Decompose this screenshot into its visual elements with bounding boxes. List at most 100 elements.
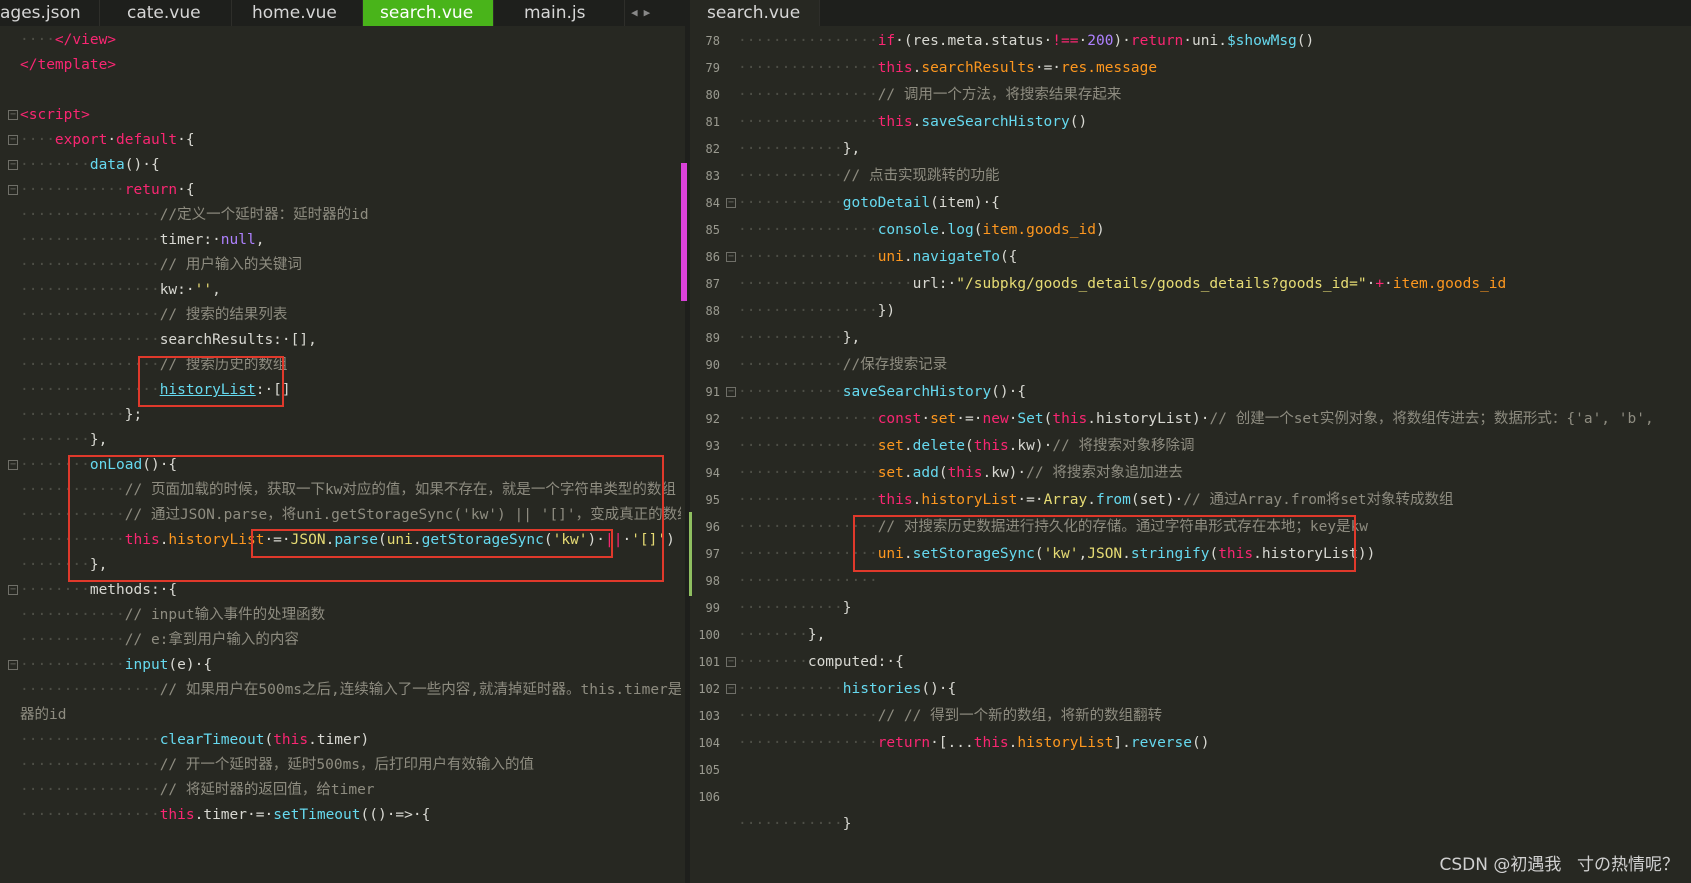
code-text: ················const·set·=·new·Set(this… [738,406,1654,433]
code-text: ················searchResults:·[], [20,328,317,353]
line-number: 103 [698,709,720,723]
fold-toggle-icon[interactable]: − [8,110,18,120]
tab-cate-vue[interactable]: cate.vue [100,0,232,26]
code-text: ········}, [738,622,825,649]
fold-toggle-icon[interactable]: − [726,387,736,397]
code-line[interactable]: − ····export·default·{ [0,128,681,153]
code-line[interactable]: 94 ················set.add(this.kw)·// 将搜… [692,460,1691,487]
tab-search-vue[interactable]: search.vue [363,0,494,26]
code-line[interactable]: </template> [0,53,681,78]
line-number: 81 [705,115,720,129]
fold-toggle-icon[interactable]: − [726,198,736,208]
code-line[interactable]: 81 ················this.saveSearchHistory… [692,109,1691,136]
code-line[interactable]: ················// 将延时器的返回值，给timer [0,778,681,803]
code-text: 器的id [20,703,66,728]
code-line[interactable]: ····</view> [0,28,681,53]
fold-toggle-icon[interactable]: − [8,185,18,195]
code-line[interactable]: 80 ················// 调用一个方法，将搜索结果存起来 [692,82,1691,109]
code-line[interactable]: 92 ················const·set·=·new·Set(th… [692,406,1691,433]
fold-toggle-icon[interactable]: − [8,585,18,595]
code-line[interactable]: 84− ············gotoDetail(item)·{ [692,190,1691,217]
code-line[interactable]: 91− ············saveSearchHistory()·{ [692,379,1691,406]
code-token: null [220,232,256,248]
code-text: ················//定义一个延时器：延时器的id [20,203,369,228]
indent-guide: ················ [738,87,878,103]
tab-scroll-left-icon[interactable]: ◀ [625,0,644,26]
indent-guide: ············ [738,681,843,697]
indent-guide: ················ [738,33,878,49]
code-line[interactable]: ················// 开一个延时器，延时500ms，后打印用户有… [0,753,681,778]
code-line[interactable]: 100 ········}, [692,622,1691,649]
fold-toggle-icon[interactable]: − [8,160,18,170]
code-line[interactable]: ················// 搜索的结果列表 [0,303,681,328]
code-text: ················set.add(this.kw)·// 将搜索对… [738,460,1183,487]
code-line[interactable]: 85 ················console.log(item.goods… [692,217,1691,244]
code-line[interactable]: ················kw:·'', [0,278,681,303]
indent-guide: ············ [738,600,843,616]
tab-search-vue-right[interactable]: search.vue [690,0,820,26]
code-line[interactable]: ················// 用户输入的关键词 [0,253,681,278]
indent-guide: ················ [20,207,160,223]
code-line[interactable]: 90 ············//保存搜索记录 [692,352,1691,379]
code-line[interactable]: 88 ················}) [692,298,1691,325]
code-line[interactable]: 79 ················this.searchResults·=·r… [692,55,1691,82]
code-line[interactable]: ················searchResults:·[], [0,328,681,353]
code-line[interactable]: 82 ············}, [692,136,1691,163]
code-line[interactable]: 104 ················return·[...this.histo… [692,730,1691,757]
code-text: ················if·(res.meta.status·!==·… [738,28,1314,55]
code-line[interactable]: 83 ············// 点击实现跳转的功能 [692,163,1691,190]
fold-toggle-icon[interactable]: − [726,657,736,667]
code-line[interactable]: 102− ············histories()·{ [692,676,1691,703]
code-line[interactable]: ············// input输入事件的处理函数 [0,603,681,628]
tab-home-vue[interactable]: home.vue [232,0,363,26]
code-line[interactable]: 87 ····················url:·"/subpkg/good… [692,271,1691,298]
code-line[interactable]: 103 ················// // 得到一个新的数组，将新的数组翻… [692,703,1691,730]
tab-scroll-right-icon[interactable]: ▶ [644,0,651,26]
tab-main-js[interactable]: main.js [494,0,625,26]
code-line[interactable]: 95 ················this. historyList·=·Arr… [692,487,1691,514]
tab-pages-json[interactable]: ages.json [0,0,100,26]
code-line[interactable]: ················timer:·null, [0,228,681,253]
code-text: ················// 如果用户在500ms之后,连续输入了一些内… [20,678,681,703]
code-line[interactable]: − ············input(e)·{ [0,653,681,678]
code-line[interactable]: 86− ················uni.navigateTo({ [692,244,1691,271]
code-line[interactable]: 106 [692,784,1691,811]
fold-toggle-icon[interactable]: − [8,460,18,470]
code-line[interactable]: − ········data()·{ [0,153,681,178]
code-text: ················console.log(item.goods_i… [738,217,1105,244]
fold-toggle-icon[interactable]: − [8,135,18,145]
code-token: (e)·{ [168,657,213,673]
code-line[interactable]: − <script> [0,103,681,128]
indent-guide: ················ [738,60,878,76]
code-line[interactable]: ············} [692,811,1691,838]
fold-toggle-icon[interactable]: − [8,660,18,670]
scrollbar-marker[interactable] [681,163,687,301]
code-line[interactable]: 89 ············}, [692,325,1691,352]
fold-toggle-icon[interactable]: − [726,252,736,262]
code-line[interactable]: ················this.timer·=·setTimeout(… [0,803,681,828]
code-line[interactable]: 99 ············} [692,595,1691,622]
code-line[interactable]: 101− ········computed:·{ [692,649,1691,676]
right-code-editor[interactable]: 78 ················if·(res.meta.status·!=… [692,26,1691,883]
code-line[interactable]: 98 ················ [692,568,1691,595]
code-line[interactable]: 器的id [0,703,681,728]
code-line[interactable]: ········}, [0,428,681,453]
pane-divider[interactable] [685,0,690,883]
code-line[interactable]: ················// 如果用户在500ms之后,连续输入了一些内… [0,678,681,703]
indent-guide: ········ [738,627,808,643]
fold-toggle-icon[interactable]: − [726,684,736,694]
code-line[interactable]: − ············return·{ [0,178,681,203]
code-line[interactable]: 105 [692,757,1691,784]
code-line[interactable] [0,78,681,103]
code-line[interactable]: ············// e:拿到用户输入的内容 [0,628,681,653]
code-line[interactable]: 93 ················set.delete(this.kw)·//… [692,433,1691,460]
code-line[interactable]: ················historyList:·[] [0,378,681,403]
code-token: // 创建一个set实例对象，将数组传进去；数据形式：{'a', 'b', [1209,411,1654,427]
code-line[interactable]: ················clearTimeout(this.timer) [0,728,681,753]
code-line[interactable]: ················// 搜索历史的数组 [0,353,681,378]
code-line[interactable]: 78 ················if·(res.meta.status·!=… [692,28,1691,55]
code-line[interactable]: ············}; [0,403,681,428]
code-line[interactable]: ················//定义一个延时器：延时器的id [0,203,681,228]
code-token: new [982,411,1009,427]
code-token: ) [666,532,675,548]
